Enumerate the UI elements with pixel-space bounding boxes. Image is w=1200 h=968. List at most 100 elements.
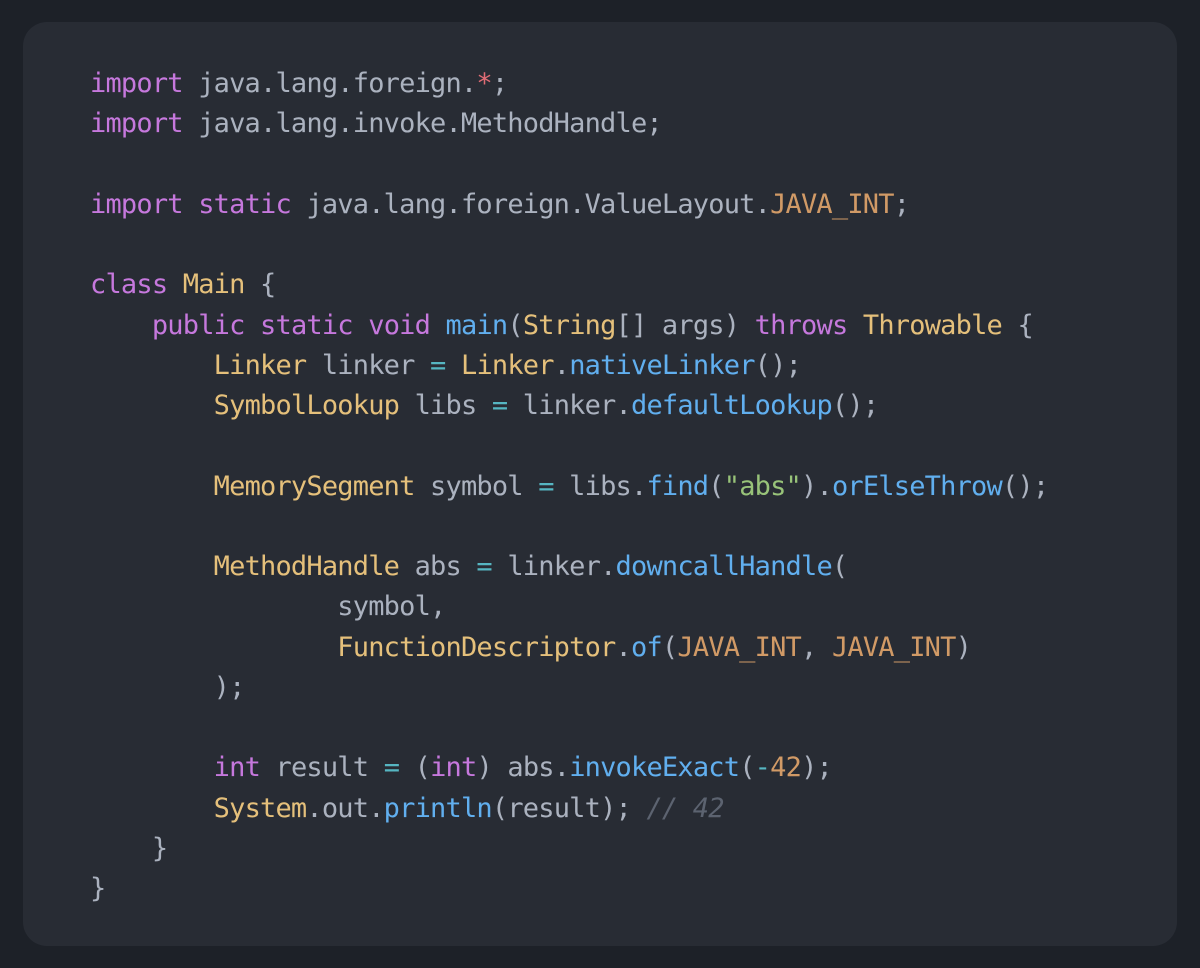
code-token-keyword: int xyxy=(213,752,261,784)
code-token-type: MethodHandle xyxy=(213,551,400,582)
code-card: import java.lang.foreign.*; import java.l… xyxy=(23,22,1177,946)
code-line: public static void main(String[] args) t… xyxy=(90,306,1048,346)
code-token-function: find xyxy=(646,470,709,502)
code-token-plain: [] args) xyxy=(615,309,755,341)
code-token-function: orElseThrow xyxy=(831,470,1003,502)
code-token-constant: JAVA_INT xyxy=(770,188,894,220)
code-token-type: Main xyxy=(182,269,246,301)
code-line: symbol, xyxy=(90,587,1048,627)
code-token-plain: libs. xyxy=(553,470,647,502)
code-token-plain: ( xyxy=(739,752,755,784)
code-token-keyword: int xyxy=(430,752,477,784)
code-line: System.out.println(result); // 42 xyxy=(90,789,1048,829)
code-token-plain: .out. xyxy=(306,792,384,824)
code-line: MethodHandle abs = linker.downcallHandle… xyxy=(90,547,1048,587)
code-line: FunctionDescriptor.of(JAVA_INT, JAVA_INT… xyxy=(90,628,1048,668)
code-line: import java.lang.invoke.MethodHandle; xyxy=(90,104,1048,144)
code-token-plain: } xyxy=(90,832,168,864)
code-token-plain: linker. xyxy=(507,390,632,421)
code-line: SymbolLookup libs = linker.defaultLookup… xyxy=(90,386,1048,426)
code-token-plain: ( xyxy=(831,551,848,582)
code-token-operator: = xyxy=(383,752,400,784)
code-token-keyword: void xyxy=(368,309,431,341)
code-token-type: String xyxy=(522,309,617,341)
code-token-keyword: class xyxy=(90,269,168,301)
code-token-plain: abs xyxy=(399,551,477,582)
code-token-plain: java.lang.invoke.MethodHandle; xyxy=(182,108,662,140)
code-line: ); xyxy=(90,668,1048,708)
code-token-operator: = xyxy=(476,551,492,582)
code-token-function: downcallHandle xyxy=(615,551,833,582)
code-token-plain: ); xyxy=(801,752,833,784)
code-token-plain: (); xyxy=(1001,470,1049,502)
code-token-function: nativeLinker xyxy=(569,349,755,381)
code-line: import java.lang.foreign.*; xyxy=(90,64,1048,104)
code-token-plain: . xyxy=(553,349,570,381)
code-token-plain: linker xyxy=(306,349,431,381)
code-token-operator: = xyxy=(430,349,446,381)
code-token-plain: java.lang.foreign.ValueLayout. xyxy=(290,188,771,220)
code-token-type: SymbolLookup xyxy=(213,390,400,421)
code-token-function: of xyxy=(630,631,663,663)
code-token-plain: (); xyxy=(831,390,879,421)
code-token-keyword: static xyxy=(260,309,354,341)
code-token-type: Linker xyxy=(213,349,308,381)
code-token-plain: ( xyxy=(661,631,678,663)
code-token-plain: { xyxy=(244,269,276,301)
code-token-keyword: throws xyxy=(754,309,849,341)
code-token-operator: - xyxy=(754,752,771,784)
code-token-plain: ; xyxy=(491,68,508,99)
code-token-plain: libs xyxy=(399,390,492,421)
code-token-keyword: static xyxy=(198,188,292,220)
code-line: class Main { xyxy=(90,265,1048,305)
code-line: } xyxy=(90,869,1048,909)
code-token-plain: { xyxy=(1001,309,1033,341)
code-token-function: defaultLookup xyxy=(630,390,833,421)
code-token-star: * xyxy=(476,68,492,99)
code-token-plain: ( xyxy=(708,470,724,502)
code-token-function: println xyxy=(383,792,493,824)
code-token-keyword: public xyxy=(151,309,246,341)
code-token-keyword: import xyxy=(90,188,184,220)
code-line: import static java.lang.foreign.ValueLay… xyxy=(90,185,1048,225)
code-token-plain: result xyxy=(260,752,384,784)
code-token-plain: java.lang.foreign. xyxy=(182,68,477,99)
code-token-plain: ( xyxy=(399,752,431,784)
code-token-type: System xyxy=(213,792,308,824)
code-token-comment: // 42 xyxy=(646,792,724,824)
code-line: MemorySegment symbol = libs.find("abs").… xyxy=(90,467,1049,507)
code-token-operator: = xyxy=(538,470,554,502)
code-token-plain: ; xyxy=(893,188,910,220)
code-token-keyword: import xyxy=(90,108,184,140)
code-token-plain: } xyxy=(90,873,106,904)
code-token-plain: ). xyxy=(801,470,833,502)
code-token-type: Throwable xyxy=(862,309,1003,341)
code-token-keyword: import xyxy=(90,68,184,99)
code-token-plain: (result); xyxy=(491,792,647,824)
code-token-function: main xyxy=(445,309,509,341)
code-token-plain: , xyxy=(801,631,832,663)
code-token-plain: (); xyxy=(754,349,802,381)
code-token-operator: = xyxy=(491,390,508,421)
code-token-plain: symbol, xyxy=(90,591,446,623)
code-token-constant: JAVA_INT xyxy=(677,631,802,663)
code-token-type: MemorySegment xyxy=(213,470,416,502)
